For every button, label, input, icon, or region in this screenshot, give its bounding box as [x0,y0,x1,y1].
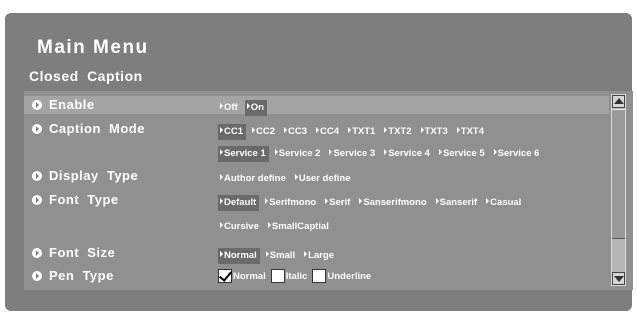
option-service-4[interactable]: Service 4 [382,146,433,162]
option-large[interactable]: Large [302,248,337,264]
option-txt4[interactable]: TXT4 [455,124,487,140]
option-service-5[interactable]: Service 5 [437,146,488,162]
option-small[interactable]: Small [264,248,298,264]
option-cc3[interactable]: CC3 [282,124,310,140]
caption-mode-options-line1: CC1 CC2 CC3 CC4 TXT1 TXT2 TXT3 TXT4 [218,121,491,140]
option-author-define[interactable]: Author define [218,171,289,187]
pen-underline-checkbox[interactable]: Underline [312,268,371,285]
option-service-6[interactable]: Service 6 [492,146,543,162]
option-smallcaptial[interactable]: SmallCaptial [266,219,332,235]
checkbox-empty-icon [270,268,285,283]
circle-arrow-right-icon [32,171,42,181]
pen-type-row-label[interactable]: Pen Type [32,267,114,285]
triangle-up-icon[interactable] [612,95,625,108]
circle-arrow-right-icon [32,271,42,281]
menu-title: Main Menu [37,37,149,58]
option-txt3[interactable]: TXT3 [419,124,451,140]
option-normal-size[interactable]: Normal [218,248,260,264]
selected-row-highlight [24,96,609,114]
font-size-row-label[interactable]: Font Size [32,244,115,262]
option-cursive[interactable]: Cursive [218,219,262,235]
option-cc4[interactable]: CC4 [314,124,342,140]
circle-arrow-right-icon [32,248,42,258]
font-size-options: Normal Small Large [218,245,341,264]
option-txt2[interactable]: TXT2 [382,124,414,140]
section-title: Closed Caption [29,68,143,84]
option-sanserifmono[interactable]: Sanserifmono [357,195,429,211]
circle-arrow-right-icon [32,195,42,205]
circle-arrow-right-icon [32,100,42,110]
checkmark-icon [218,268,232,283]
option-txt1[interactable]: TXT1 [346,124,378,140]
option-on[interactable]: On [244,100,267,116]
option-default[interactable]: Default [218,195,260,211]
enable-options: Off On [218,97,271,116]
caption-mode-options-line2: Service 1 Service 2 Service 3 Service 4 Serv… [218,143,546,162]
font-type-options-line2: Cursive SmallCaptial [218,216,336,232]
scrollbar-thumb[interactable] [612,109,625,239]
option-service-2[interactable]: Service 2 [273,146,324,162]
pen-type-options: Normal Italic Underline [218,268,376,284]
display-type-options: Author define User define [218,168,358,184]
option-off[interactable]: Off [218,100,241,116]
font-type-row-label[interactable]: Font Type [32,191,119,209]
option-serif[interactable]: Serif [323,195,353,211]
option-service-1[interactable]: Service 1 [218,146,269,162]
pen-normal-checkbox[interactable]: Normal [218,268,266,285]
option-user-define[interactable]: User define [293,171,354,187]
option-casual[interactable]: Casual [484,195,524,211]
circle-arrow-right-icon [32,124,42,134]
display-type-row-label[interactable]: Display Type [32,167,138,185]
option-service-3[interactable]: Service 3 [327,146,378,162]
option-serifmono[interactable]: Serifmono [263,195,319,211]
option-cc1[interactable]: CC1 [218,124,247,140]
triangle-down-icon[interactable] [612,272,625,285]
vertical-scrollbar[interactable] [611,94,626,286]
font-type-options-line1: Default Serifmono Serif Sanserifmono Sanseri… [218,192,528,211]
option-cc2[interactable]: CC2 [250,124,278,140]
option-sanserif[interactable]: Sanserif [434,195,481,211]
pen-italic-checkbox[interactable]: Italic [270,268,307,285]
checkbox-empty-icon [312,268,327,283]
enable-row-label[interactable]: Enable [32,96,95,114]
caption-mode-row-label[interactable]: Caption Mode [32,120,145,138]
